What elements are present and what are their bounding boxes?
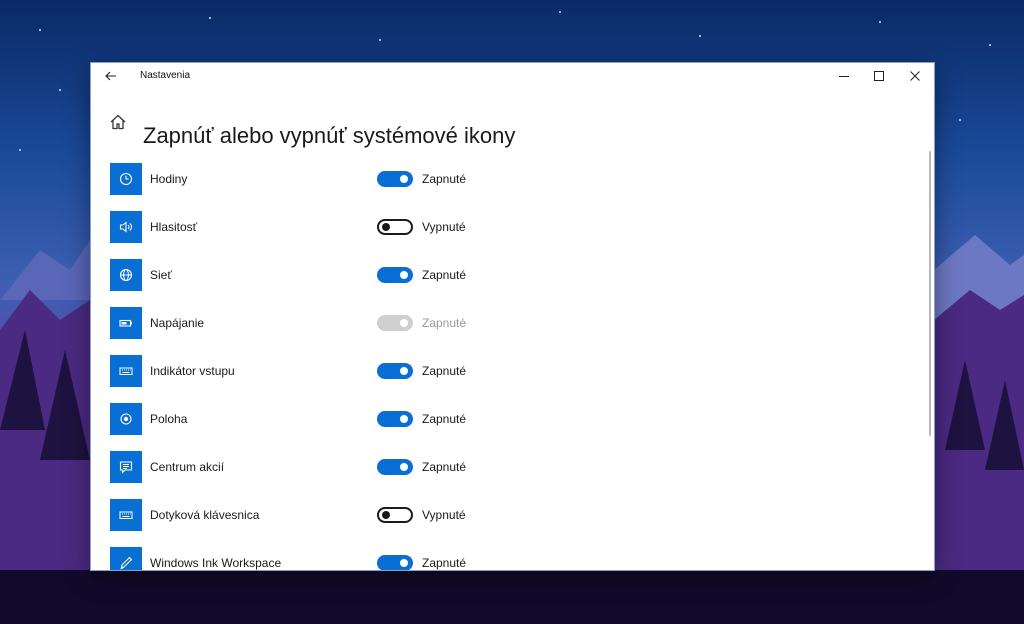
toggle-knob [400,415,408,423]
tile [110,163,142,195]
tile [110,499,142,531]
settings-window: Nastavenia Zapnúť alebo vypnúť systémové… [91,63,934,570]
toggle-state: Zapnuté [422,172,467,186]
item-label: Indikátor vstupu [150,364,235,378]
item-label: Hodiny [150,172,188,186]
item-label: Hlasitosť [150,220,198,234]
home-icon [110,114,126,130]
toggle-switch[interactable] [377,267,413,283]
list-item: Windows Ink Workspace Zapnuté [91,547,934,570]
toggle-knob [400,559,408,567]
clock-icon [119,172,133,186]
toggle-state: Zapnuté [422,556,467,570]
minimize-icon [839,76,849,77]
toggle-state: Zapnuté [422,412,467,426]
maximize-icon [874,71,884,81]
toggle-switch [377,315,413,331]
list-item: Sieť Zapnuté [91,259,934,291]
toggle-knob [382,223,390,231]
toggle-switch[interactable] [377,411,413,427]
touch-keyboard-icon [119,511,133,519]
pen-icon [120,556,133,570]
tile [110,451,142,483]
toggle-knob [400,463,408,471]
close-button[interactable] [897,63,933,89]
toggle-switch[interactable] [377,363,413,379]
toggle-state: Zapnuté [422,364,467,378]
toggle-knob [400,367,408,375]
list-item: Indikátor vstupu Zapnuté [91,355,934,387]
toggle-switch[interactable] [377,507,413,523]
back-button[interactable] [99,66,123,86]
item-label: Poloha [150,412,188,426]
scrollbar[interactable] [929,151,931,436]
home-button[interactable] [109,113,127,131]
title-bar: Nastavenia [91,63,934,89]
list-item: Dotyková klávesnica Vypnuté [91,499,934,531]
volume-icon [119,221,132,233]
item-label: Dotyková klávesnica [150,508,260,522]
globe-icon [119,268,133,282]
keyboard-icon [119,367,133,375]
item-label: Centrum akcií [150,460,225,474]
toggle-knob [400,319,408,327]
app-title: Nastavenia [140,70,191,81]
list-item: Poloha Zapnuté [91,403,934,435]
toggle-switch[interactable] [377,555,413,570]
tile [110,307,142,339]
action-center-icon [119,461,133,474]
item-label: Windows Ink Workspace [150,556,282,570]
minimize-button[interactable] [826,63,862,89]
toggle-knob [400,271,408,279]
toggle-state: Zapnuté [422,460,467,474]
toggle-state: Zapnuté [422,268,467,282]
tile [110,547,142,570]
toggle-state: Zapnuté [422,316,467,330]
close-icon [910,71,920,81]
list-item: Hodiny Zapnuté [91,163,934,195]
list-item: Napájanie Zapnuté [91,307,934,339]
page-header: Zapnúť alebo vypnúť systémové ikony [91,103,934,148]
toggle-state: Vypnuté [422,508,466,522]
toggle-switch[interactable] [377,219,413,235]
item-label: Napájanie [150,316,205,330]
tile [110,403,142,435]
toggle-knob [382,511,390,519]
tile [110,211,142,243]
toggle-switch[interactable] [377,459,413,475]
tile [110,355,142,387]
item-label: Sieť [150,268,172,282]
back-arrow-icon [105,71,116,81]
tile [110,259,142,291]
battery-icon [119,319,132,327]
toggle-state: Vypnuté [422,220,466,234]
list-item: Centrum akcií Zapnuté [91,451,934,483]
page-title: Zapnúť alebo vypnúť systémové ikony [143,122,516,148]
maximize-button[interactable] [861,63,897,89]
toggle-switch[interactable] [377,171,413,187]
list-item: Hlasitosť Vypnuté [91,211,934,243]
toggle-knob [400,175,408,183]
location-icon [120,413,132,425]
